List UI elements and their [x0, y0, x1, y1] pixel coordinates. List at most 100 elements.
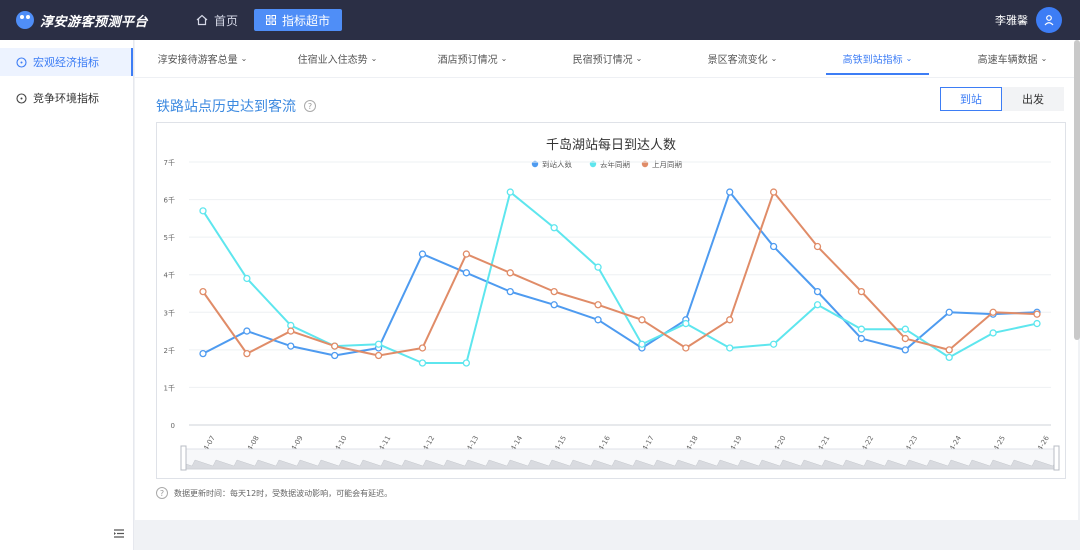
zoom-handle-left: [180, 445, 187, 471]
data-point: [901, 346, 909, 354]
data-point: [682, 319, 690, 328]
data-point: [813, 242, 822, 251]
nav-home-label: 首页: [214, 13, 239, 28]
data-point: [243, 274, 251, 283]
data-point: [769, 242, 778, 251]
data-point: [726, 316, 734, 324]
brand-logo-icon: [16, 11, 34, 29]
y-tick-label: 5千: [164, 233, 175, 242]
data-point: [945, 346, 953, 354]
data-point: [462, 269, 471, 277]
data-point: [682, 344, 690, 352]
depart-button[interactable]: 出发: [1002, 87, 1064, 111]
collapse-menu-icon[interactable]: [114, 523, 124, 542]
data-point: [594, 301, 602, 309]
tab-label: 酒店预订情况: [437, 55, 498, 66]
tab-label: 淳安接待游客总量: [157, 55, 238, 66]
user-menu[interactable]: 李雅馨: [995, 7, 1062, 33]
legend-label: 去年同期: [600, 159, 630, 169]
series-line: [202, 191, 1038, 365]
y-tick-label: 7千: [164, 158, 175, 167]
legend-label: 上月同期: [652, 160, 682, 169]
y-tick-label: 0: [171, 422, 175, 430]
data-point: [506, 269, 514, 277]
page-title: 铁路站点历史达到客流: [156, 99, 296, 115]
data-point: [331, 351, 339, 360]
nav-indicator-market[interactable]: 指标超市: [254, 9, 343, 31]
tab-scenic-flow[interactable]: 景区客流变化 ⌄: [675, 40, 810, 77]
data-point: [506, 188, 514, 196]
tab-label: 民宿预订情况: [572, 55, 633, 66]
data-point: [418, 359, 427, 367]
data-point: [857, 334, 866, 343]
data-point: [857, 287, 866, 296]
data-point: [857, 325, 866, 333]
direction-toggle: 到站 出发: [940, 87, 1064, 111]
data-point: [287, 342, 295, 350]
data-point: [199, 349, 207, 358]
sidebar-item-label: 竞争环境指标: [33, 92, 99, 105]
data-point: [726, 344, 734, 352]
data-point: [374, 340, 383, 348]
sidebar-item-macro-economy[interactable]: 宏观经济指标: [0, 48, 133, 76]
help-icon[interactable]: ?: [304, 100, 316, 112]
tab-hotel-booking[interactable]: 酒店预订情况 ⌄: [405, 40, 540, 77]
data-point: [287, 327, 295, 335]
update-note-text: 数据更新时间：每天12时，受数据波动影响，可能会有延迟。: [174, 488, 393, 498]
nav-home[interactable]: 首页: [196, 12, 238, 29]
dashboard-icon: [16, 92, 27, 104]
data-point: [769, 340, 778, 348]
dashboard-icon: [16, 56, 27, 68]
nav-market-label: 指标超市: [282, 13, 331, 28]
tab-highway-vehicles[interactable]: 高速车辆数据 ⌄: [945, 40, 1080, 77]
page-scrollbar[interactable]: [1074, 40, 1080, 340]
data-point: [813, 287, 822, 296]
data-point: [331, 342, 339, 350]
line-chart: 千岛湖站每日到达人数到站人数 去年同期 上月同期01千2千3千4千5千6千7千04-…: [164, 137, 1060, 471]
tab-label: 景区客流变化: [707, 55, 768, 66]
card-title: 铁路站点历史达到客流 ?: [156, 96, 316, 116]
data-point: [989, 308, 997, 316]
data-point: [945, 308, 953, 316]
sidebar: 宏观经济指标 竞争环境指标: [0, 40, 134, 550]
tab-total-visitors[interactable]: 淳安接待游客总量 ⌄: [135, 40, 270, 77]
series-line: [202, 191, 1038, 357]
chevron-down-icon: ⌄: [1040, 54, 1048, 63]
data-point: [726, 188, 734, 196]
y-tick-label: 6千: [164, 196, 175, 205]
chevron-down-icon: ⌄: [770, 54, 778, 63]
chevron-down-icon: ⌄: [370, 54, 378, 63]
data-point: [901, 334, 909, 343]
data-point: [506, 287, 514, 296]
data-point: [418, 250, 427, 258]
data-point: [1033, 310, 1041, 318]
legend-label: 到站人数: [542, 159, 572, 169]
data-point: [638, 316, 646, 324]
data-point: [550, 224, 558, 232]
data-point: [550, 287, 558, 296]
avatar[interactable]: [1036, 7, 1062, 33]
brand[interactable]: 淳安游客预测平台: [16, 11, 178, 30]
main-card: 铁路站点历史达到客流 ? 到站 出发 千岛湖站每日到达人数 到站人数 去年同期 上月同…: [135, 78, 1078, 520]
data-point: [243, 327, 251, 335]
y-tick-label: 3千: [164, 308, 175, 317]
tab-homestay-booking[interactable]: 民宿预订情况 ⌄: [540, 40, 675, 77]
data-point: [901, 325, 909, 333]
tab-lodging[interactable]: 住宿业入住态势 ⌄: [270, 40, 405, 77]
sidebar-item-competition[interactable]: 竞争环境指标: [0, 84, 133, 112]
chevron-down-icon: ⌄: [635, 54, 643, 63]
data-point: [418, 344, 427, 352]
data-point: [594, 316, 602, 324]
data-point: [945, 353, 953, 362]
update-note: ? 数据更新时间：每天12时，受数据波动影响，可能会有延迟。: [156, 487, 392, 499]
chevron-down-icon: ⌄: [240, 54, 248, 63]
user-name: 李雅馨: [995, 14, 1028, 27]
data-point: [199, 207, 207, 215]
arrive-button[interactable]: 到站: [940, 87, 1002, 111]
y-tick-label: 2千: [164, 346, 175, 355]
data-point: [243, 349, 251, 358]
tab-high-speed-rail[interactable]: 高铁到站指标 ⌄: [810, 40, 945, 77]
series-line: [202, 191, 1038, 357]
tab-label: 住宿业入住态势: [297, 55, 368, 66]
top-header: 淳安游客预测平台 首页 指标超市 李雅馨: [0, 0, 1080, 40]
